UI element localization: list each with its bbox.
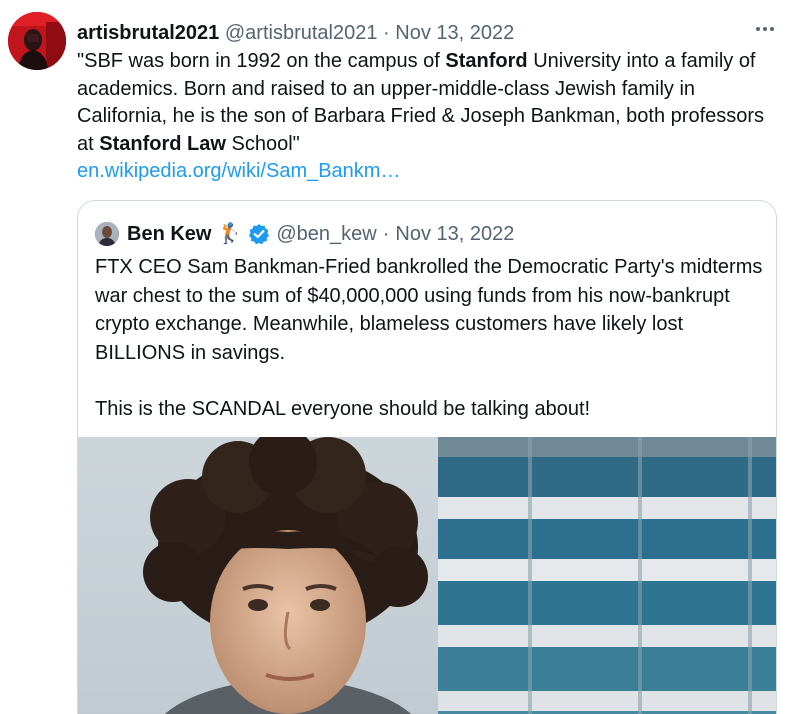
display-name[interactable]: artisbrutal2021 (77, 22, 219, 44)
tweet-text-segment: "SBF was born in 1992 on the campus of (77, 50, 446, 72)
quoted-separator: · (382, 223, 390, 245)
verified-badge-icon (249, 224, 270, 245)
tweet-text: "SBF was born in 1992 on the campus of S… (77, 48, 777, 158)
handle[interactable]: @artisbrutal2021 (225, 22, 378, 44)
golfer-emoji-icon: 🏌 (217, 223, 243, 245)
more-horizontal-icon[interactable] (754, 18, 776, 43)
avatar[interactable] (8, 12, 66, 70)
tweet-text-segment: School" (225, 132, 300, 155)
tweet-header: artisbrutal2021 @artisbrutal2021 · Nov 1… (77, 20, 784, 46)
wikipedia-link[interactable]: en.wikipedia.org/wiki/Sam_Bankm… (77, 158, 400, 185)
avatar-image (8, 12, 66, 70)
quoted-tweet[interactable]: Ben Kew 🏌 @ben_kew · Nov 13, 2022 FTX CE… (77, 200, 777, 714)
tweet-text-bold: Stanford Law (99, 132, 226, 155)
quoted-paragraph: FTX CEO Sam Bankman-Fried bankrolled the… (95, 256, 763, 364)
quoted-tweet-header: Ben Kew 🏌 @ben_kew · Nov 13, 2022 (95, 221, 766, 247)
separator: · (383, 22, 390, 44)
quoted-tweet-text: FTX CEO Sam Bankman-Fried bankrolled the… (95, 253, 767, 424)
quoted-paragraph: This is the SCANDAL everyone should be t… (95, 398, 591, 420)
tweet-date[interactable]: Nov 13, 2022 (395, 22, 514, 44)
tweet-text-bold: Stanford (445, 50, 528, 72)
quoted-date[interactable]: Nov 13, 2022 (395, 221, 514, 247)
quoted-handle[interactable]: @ben_kew (276, 221, 376, 247)
quoted-display-name[interactable]: Ben Kew (127, 221, 211, 247)
quoted-avatar[interactable] (95, 222, 119, 246)
quoted-photo[interactable] (78, 437, 776, 714)
tweet[interactable]: artisbrutal2021 @artisbrutal2021 · Nov 1… (0, 0, 804, 714)
